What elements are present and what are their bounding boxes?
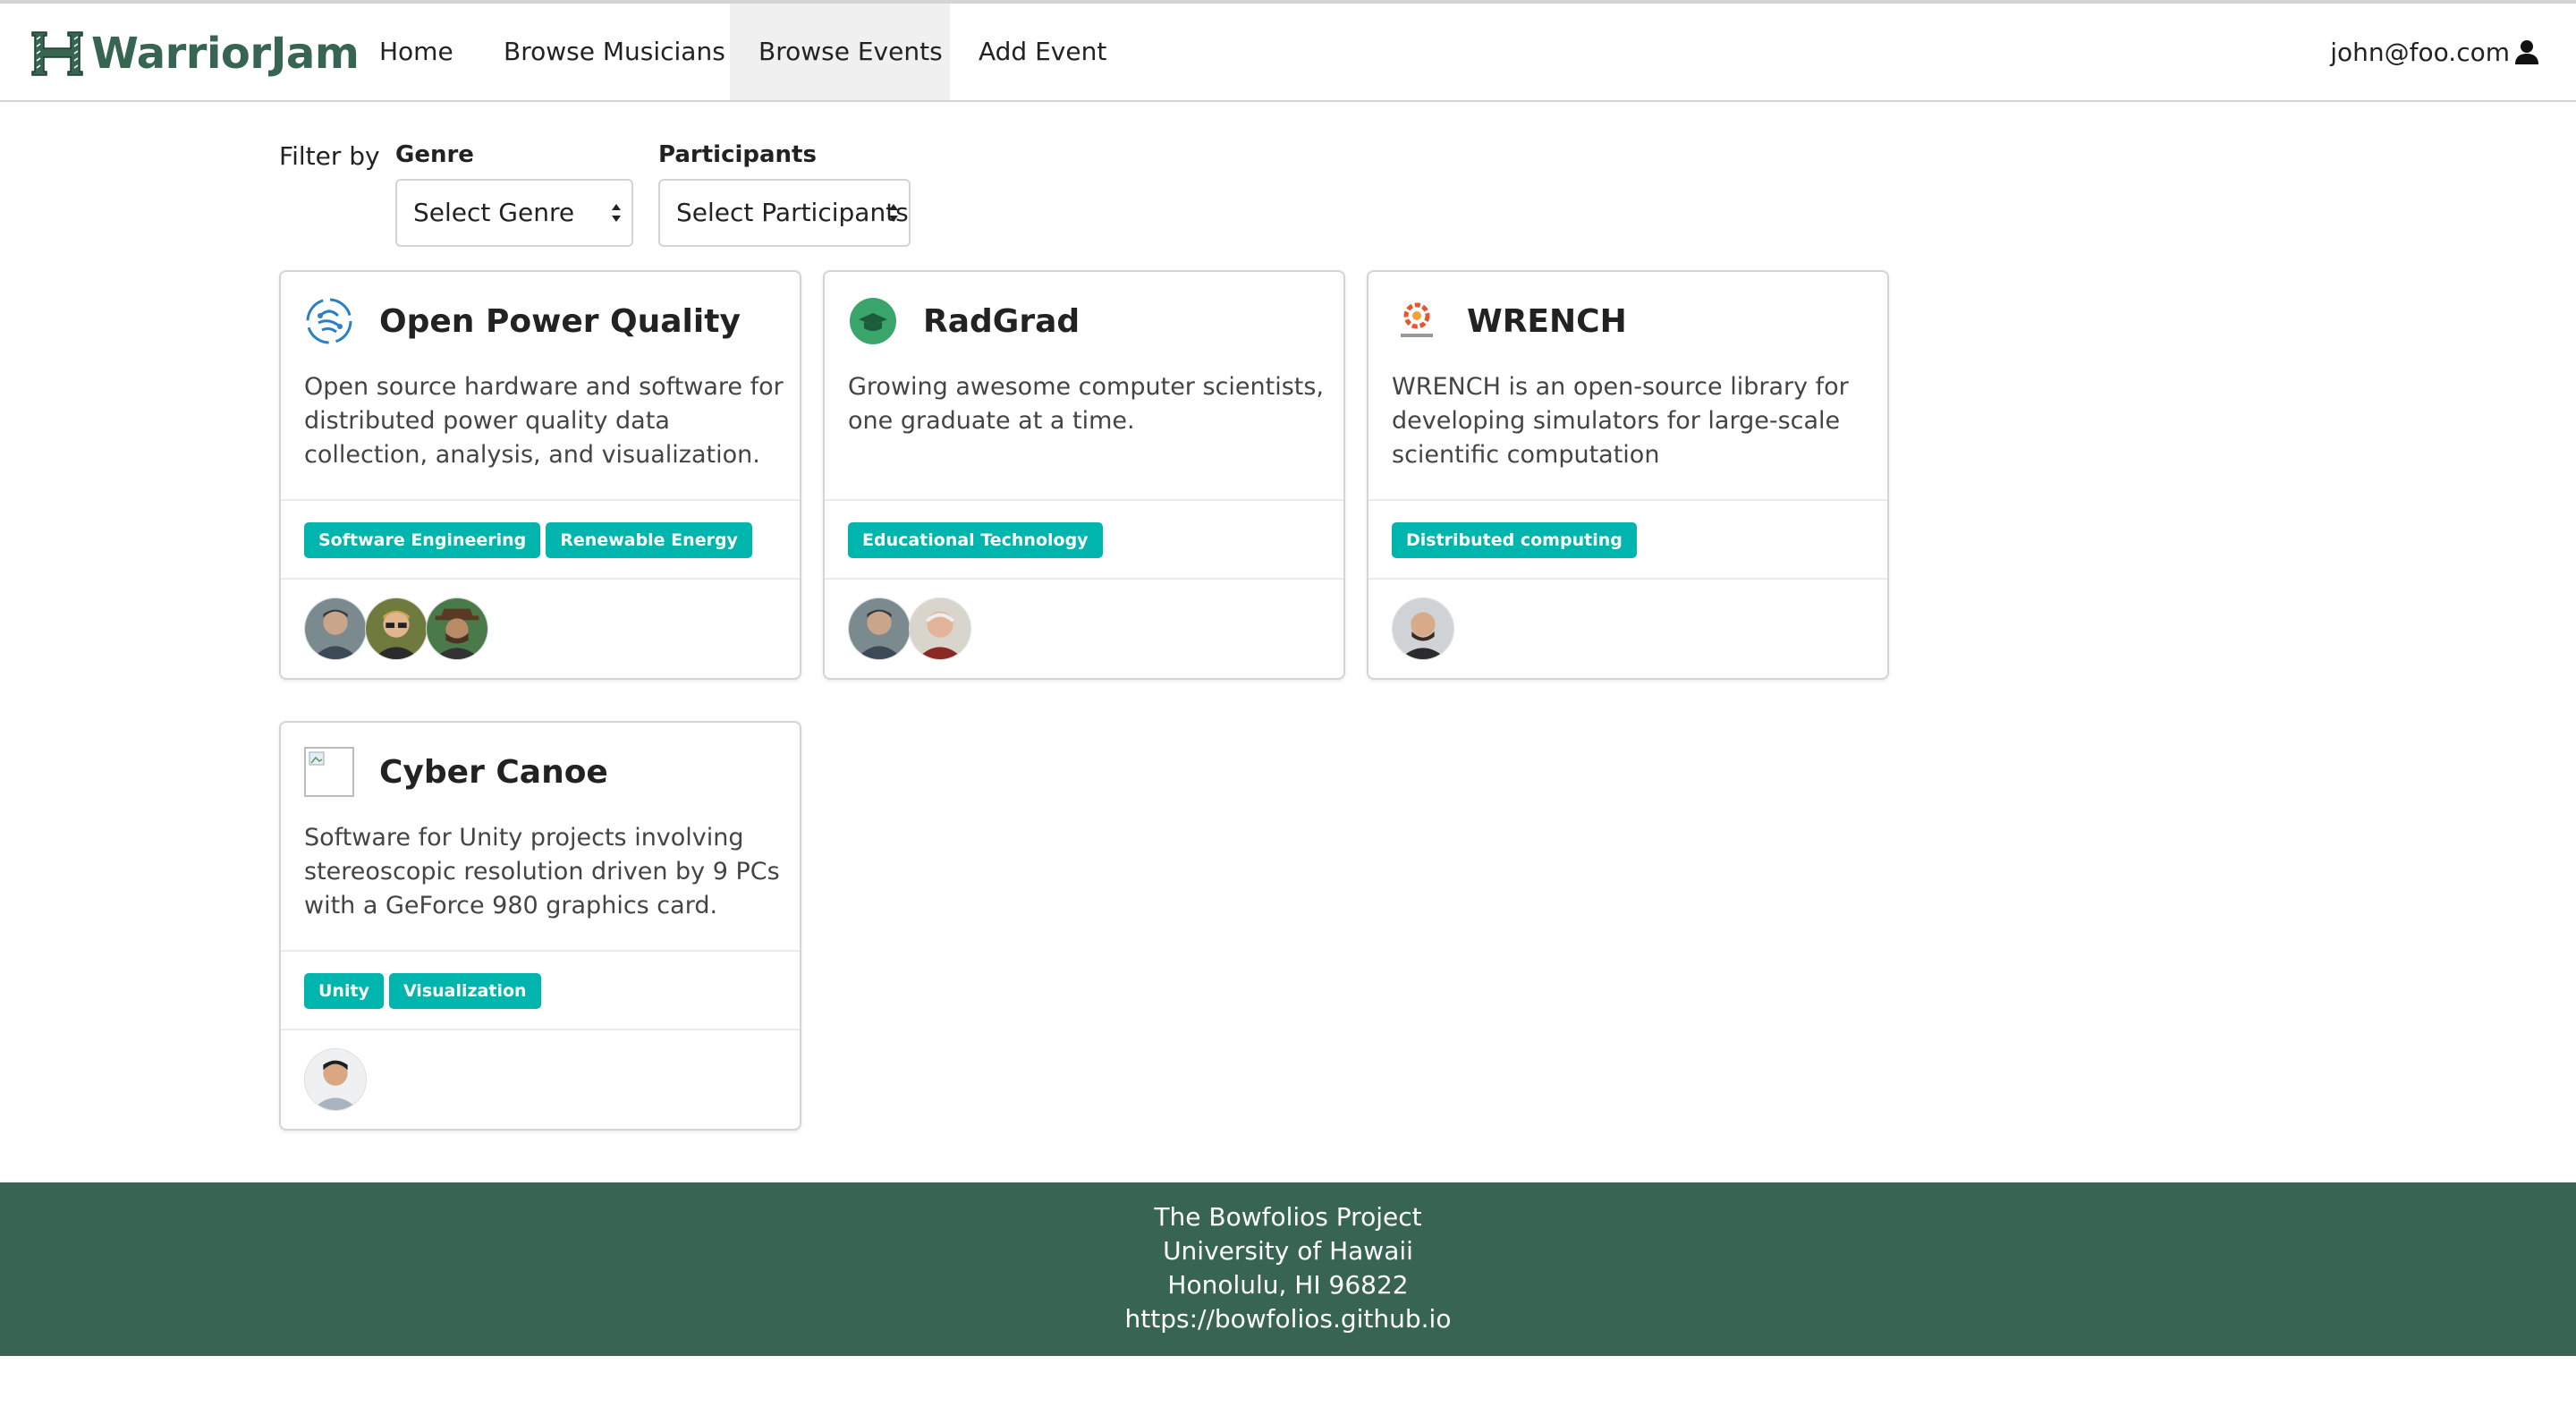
- footer-address: Honolulu, HI 96822: [1167, 1270, 1409, 1300]
- divider: [1368, 499, 1887, 501]
- footer-project: The Bowfolios Project: [1154, 1202, 1422, 1232]
- participants-select-value: Select Participants: [676, 198, 909, 227]
- divider: [281, 1029, 800, 1030]
- divider: [281, 499, 800, 501]
- divider: [1368, 578, 1887, 580]
- select-arrows-icon: [612, 204, 621, 222]
- nav-home[interactable]: Home: [379, 4, 453, 100]
- divider: [281, 950, 800, 952]
- broken-image-icon: [304, 747, 354, 797]
- event-card[interactable]: WRENCH WRENCH is an open-source library …: [1367, 270, 1889, 680]
- genre-tag[interactable]: Renewable Energy: [546, 522, 752, 558]
- top-navbar: WarriorJam Home Browse Musicians Browse …: [0, 0, 2576, 102]
- brand-logo[interactable]: WarriorJam: [29, 27, 360, 80]
- genre-select[interactable]: Select Genre: [395, 179, 633, 247]
- card-title[interactable]: Cyber Canoe: [379, 754, 608, 791]
- participants-select[interactable]: Select Participants: [658, 179, 911, 247]
- divider: [281, 578, 800, 580]
- footer-university: University of Hawaii: [1163, 1236, 1413, 1266]
- warrior-h-icon: [31, 31, 83, 76]
- participants-label: Participants: [658, 141, 817, 168]
- genre-tag[interactable]: Unity: [304, 973, 384, 1009]
- footer-link[interactable]: https://bowfolios.github.io: [0, 1302, 2576, 1336]
- participant-avatar[interactable]: [1392, 597, 1454, 660]
- divider: [825, 578, 1343, 580]
- user-email: john@foo.com: [2330, 37, 2510, 67]
- event-card[interactable]: Open Power Quality Open source hardware …: [279, 270, 801, 680]
- genre-label: Genre: [395, 141, 474, 168]
- divider: [825, 499, 1343, 501]
- radgrad-logo-icon: [850, 298, 896, 344]
- card-description: WRENCH is an open-source library for dev…: [1392, 373, 1849, 469]
- card-title[interactable]: WRENCH: [1467, 303, 1627, 340]
- card-title[interactable]: RadGrad: [923, 303, 1080, 340]
- nav-add-event[interactable]: Add Event: [979, 4, 1106, 100]
- participant-avatar[interactable]: [304, 597, 367, 660]
- event-card[interactable]: RadGrad Growing awesome computer scienti…: [823, 270, 1345, 680]
- nav-browse-events[interactable]: Browse Events: [758, 4, 943, 100]
- opq-logo-icon: [306, 298, 352, 344]
- genre-select-value: Select Genre: [413, 198, 575, 227]
- select-arrows-icon: [889, 204, 898, 222]
- brand-name: WarriorJam: [91, 29, 360, 79]
- card-description: Open source hardware and software for di…: [304, 373, 784, 469]
- participant-avatar[interactable]: [909, 597, 971, 660]
- genre-tag[interactable]: Software Engineering: [304, 522, 541, 558]
- user-menu[interactable]: john@foo.com: [2330, 4, 2540, 100]
- card-description: Growing awesome computer scientists, one…: [848, 373, 1325, 435]
- nav-browse-musicians[interactable]: Browse Musicians: [504, 4, 725, 100]
- wrench-logo-icon: [1401, 302, 1433, 337]
- participant-avatar[interactable]: [304, 1048, 367, 1111]
- participant-avatar[interactable]: [426, 597, 488, 660]
- genre-tag[interactable]: Distributed computing: [1392, 522, 1637, 558]
- card-title[interactable]: Open Power Quality: [379, 303, 741, 340]
- filter-label: Filter by: [279, 141, 380, 171]
- page-footer: The Bowfolios Project University of Hawa…: [0, 1182, 2576, 1356]
- card-description: Software for Unity projects involving st…: [304, 824, 780, 919]
- participant-avatar[interactable]: [848, 597, 911, 660]
- user-icon: [2515, 40, 2538, 64]
- event-card[interactable]: Cyber Canoe Software for Unity projects …: [279, 721, 801, 1131]
- genre-tag[interactable]: Educational Technology: [848, 522, 1103, 558]
- participant-avatar[interactable]: [365, 597, 428, 660]
- genre-tag[interactable]: Visualization: [388, 973, 541, 1009]
